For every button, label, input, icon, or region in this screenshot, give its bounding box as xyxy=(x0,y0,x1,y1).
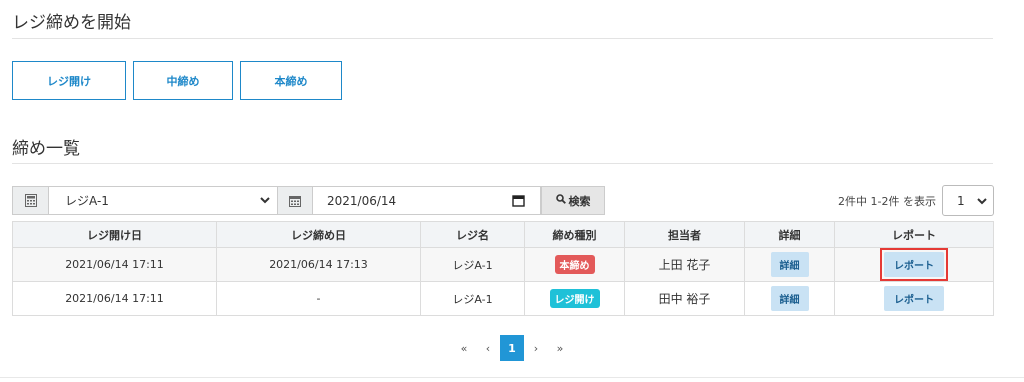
register-cell: レジA-1 xyxy=(420,247,525,282)
type-cell: レジ開け xyxy=(524,281,625,316)
staff-cell: 上田 花子 xyxy=(624,247,745,282)
column-header: レジ名 xyxy=(420,221,525,248)
last-page-link[interactable]: » xyxy=(548,335,572,361)
report-button[interactable]: レポート xyxy=(884,286,944,311)
column-header: レジ締め日 xyxy=(216,221,421,248)
detail-cell: 詳細 xyxy=(744,281,835,316)
date-input[interactable]: 2021/06/14 xyxy=(313,186,541,215)
register-cell: レジA-1 xyxy=(420,281,525,316)
search-button[interactable]: 検索 xyxy=(541,186,605,215)
register-select[interactable]: レジA-1 xyxy=(49,186,278,215)
chevron-down-icon xyxy=(976,195,988,210)
detail-cell: 詳細 xyxy=(744,247,835,282)
highlight-box: レポート xyxy=(880,248,948,281)
open-date-cell: 2021/06/14 17:11 xyxy=(12,247,217,282)
column-header: 担当者 xyxy=(624,221,745,248)
open-date-cell: 2021/06/14 17:11 xyxy=(12,281,217,316)
report-cell: レポート xyxy=(834,281,994,316)
list-section-title: 締め一覧 xyxy=(12,139,80,159)
detail-button[interactable]: 詳細 xyxy=(770,252,809,277)
start-section-title: レジ締めを開始 xyxy=(12,13,131,33)
middle-close-button[interactable]: 中締め xyxy=(133,61,233,100)
detail-button[interactable]: 詳細 xyxy=(770,286,809,311)
report-button[interactable]: レポート xyxy=(884,252,944,277)
first-page-link[interactable]: « xyxy=(452,335,476,361)
divider xyxy=(12,38,993,39)
column-header: レジ開け日 xyxy=(12,221,217,248)
register-open-button[interactable]: レジ開け xyxy=(12,61,126,100)
per-page-value: 1 xyxy=(957,193,965,208)
page-link-current[interactable]: 1 xyxy=(500,335,524,361)
closing-table: レジ開け日 レジ締め日 レジ名 締め種別 担当者 詳細 レポート 2021/06… xyxy=(12,221,994,316)
date-input-value: 2021/06/14 xyxy=(327,193,397,208)
table-header-row: レジ開け日 レジ締め日 レジ名 締め種別 担当者 詳細 レポート xyxy=(12,221,994,248)
date-picker-icon[interactable] xyxy=(512,194,525,210)
type-cell: 本締め xyxy=(524,247,625,282)
calendar-icon xyxy=(278,186,313,215)
final-close-button[interactable]: 本締め xyxy=(240,61,342,100)
search-button-label: 検索 xyxy=(568,195,591,208)
search-icon xyxy=(555,194,566,207)
status-badge: レジ開け xyxy=(549,289,600,308)
close-date-cell: - xyxy=(216,281,421,316)
status-badge: 本締め xyxy=(554,255,595,274)
pagination: « ‹ 1 › » xyxy=(0,335,1024,361)
divider xyxy=(0,377,1024,378)
column-header: レポート xyxy=(834,221,994,248)
column-header: 締め種別 xyxy=(524,221,625,248)
calculator-icon xyxy=(12,186,49,215)
close-date-cell: 2021/06/14 17:13 xyxy=(216,247,421,282)
report-cell: レポート xyxy=(834,247,994,282)
table-row: 2021/06/14 17:11 2021/06/14 17:13 レジA-1 … xyxy=(12,247,994,282)
chevron-down-icon xyxy=(259,194,271,209)
divider xyxy=(12,163,993,164)
next-page-link[interactable]: › xyxy=(524,335,548,361)
staff-cell: 田中 裕子 xyxy=(624,281,745,316)
prev-page-link[interactable]: ‹ xyxy=(476,335,500,361)
column-header: 詳細 xyxy=(744,221,835,248)
per-page-select[interactable]: 1 xyxy=(942,185,994,216)
register-select-value: レジA-1 xyxy=(65,194,109,208)
result-count: 2件中 1-2件 を表示 xyxy=(838,195,936,208)
table-row: 2021/06/14 17:11 - レジA-1 レジ開け 田中 裕子 詳細 レ… xyxy=(12,281,994,316)
